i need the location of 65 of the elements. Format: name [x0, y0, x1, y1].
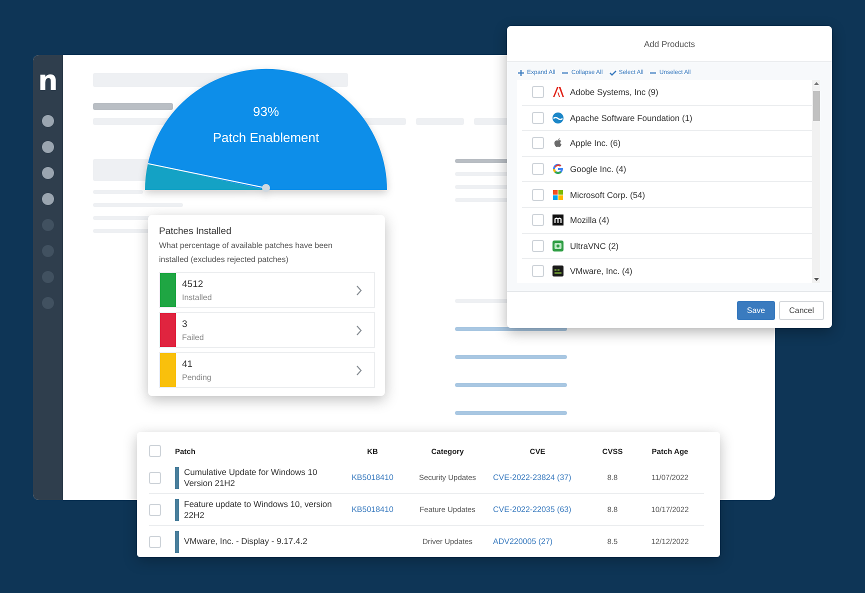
checkbox[interactable] — [149, 504, 161, 516]
status-row[interactable]: 4512 Installed — [159, 272, 375, 308]
product-row[interactable]: Adobe Systems, Inc (9) — [522, 80, 812, 106]
cancel-button[interactable]: Cancel — [779, 301, 824, 320]
product-row[interactable]: Google Inc. (4) — [522, 156, 812, 182]
save-button[interactable]: Save — [736, 301, 776, 320]
app-logo: n — [38, 67, 58, 95]
checkbox[interactable] — [532, 163, 544, 176]
checkbox[interactable] — [532, 214, 544, 226]
checkbox[interactable] — [149, 536, 161, 548]
table-link[interactable]: CVE-2022-22035 (63) — [485, 505, 590, 514]
product-row[interactable]: Mozilla (4) — [522, 208, 812, 234]
status-count: 3 — [182, 318, 188, 330]
product-row[interactable]: Apache Software Foundation (1) — [522, 106, 812, 132]
vendor-logo-icon — [552, 188, 564, 201]
nav-dot[interactable] — [42, 167, 54, 179]
gauge-label: Patch Enablement — [212, 130, 320, 145]
scroll-down-icon[interactable] — [814, 278, 818, 281]
status-count: 41 — [182, 358, 194, 370]
product-row[interactable]: UltraVNC (2) — [522, 234, 812, 260]
status-label: Failed — [182, 332, 205, 342]
plus-icon — [517, 69, 525, 77]
nav-dot[interactable] — [42, 115, 54, 127]
vendor-logo-icon — [552, 137, 564, 150]
checkbox[interactable] — [149, 445, 161, 457]
vendor-logo-icon — [552, 86, 564, 98]
table-link[interactable]: CVE-2022-23824 (37) — [485, 473, 590, 482]
status-row[interactable]: 41 Pending — [159, 352, 375, 388]
product-row[interactable]: Microsoft Corp. (54) — [522, 182, 812, 208]
checkbox[interactable] — [532, 188, 544, 201]
card-title: Patches Installed — [159, 226, 232, 237]
table-link[interactable]: KB5018410 — [335, 473, 410, 482]
chevron-right-icon — [356, 364, 362, 376]
checkbox[interactable] — [532, 112, 544, 124]
checkbox[interactable] — [149, 472, 161, 484]
status-label: Pending — [182, 372, 212, 382]
vendor-logo-icon — [552, 240, 564, 252]
card-description: What percentage of available patches have been installed (excludes rejected patches) — [159, 240, 334, 266]
nav-dot[interactable] — [42, 141, 54, 153]
product-row[interactable]: VMware, Inc. (4) — [522, 259, 812, 283]
patch-name-cell: Feature update to Windows 10, version 22H2 — [175, 498, 335, 520]
vendor-logo-icon — [552, 214, 564, 226]
chevron-right-icon — [356, 284, 362, 296]
checkbox[interactable] — [532, 137, 544, 150]
checkbox[interactable] — [532, 240, 544, 252]
status-count: 4512 — [182, 278, 204, 290]
chevron-right-icon — [356, 324, 362, 336]
scrollbar[interactable] — [812, 80, 820, 283]
vendor-logo-icon — [552, 265, 564, 278]
vendor-logo-icon — [552, 163, 564, 176]
scrollbar-thumb[interactable] — [812, 91, 820, 121]
vendor-logo-icon — [552, 112, 564, 124]
status-row[interactable]: 3 Failed — [159, 312, 375, 348]
product-row[interactable]: Apple Inc. (6) — [522, 131, 812, 157]
checkbox[interactable] — [532, 265, 544, 278]
scroll-up-icon[interactable] — [814, 82, 818, 85]
status-label: Installed — [182, 292, 213, 302]
patch-name-cell: Cumulative Update for Windows 10 Version 21H2 — [175, 466, 335, 488]
table-link[interactable]: ADV220005 (27) — [485, 537, 590, 546]
check-icon — [608, 69, 617, 77]
patch-name-cell: VMware, Inc. - Display - 9.17.4.2 — [175, 530, 335, 552]
table-link[interactable]: KB5018410 — [335, 505, 410, 514]
nav-dot[interactable] — [42, 193, 54, 205]
checkbox[interactable] — [532, 86, 544, 98]
gauge-value: 93% — [252, 104, 280, 119]
